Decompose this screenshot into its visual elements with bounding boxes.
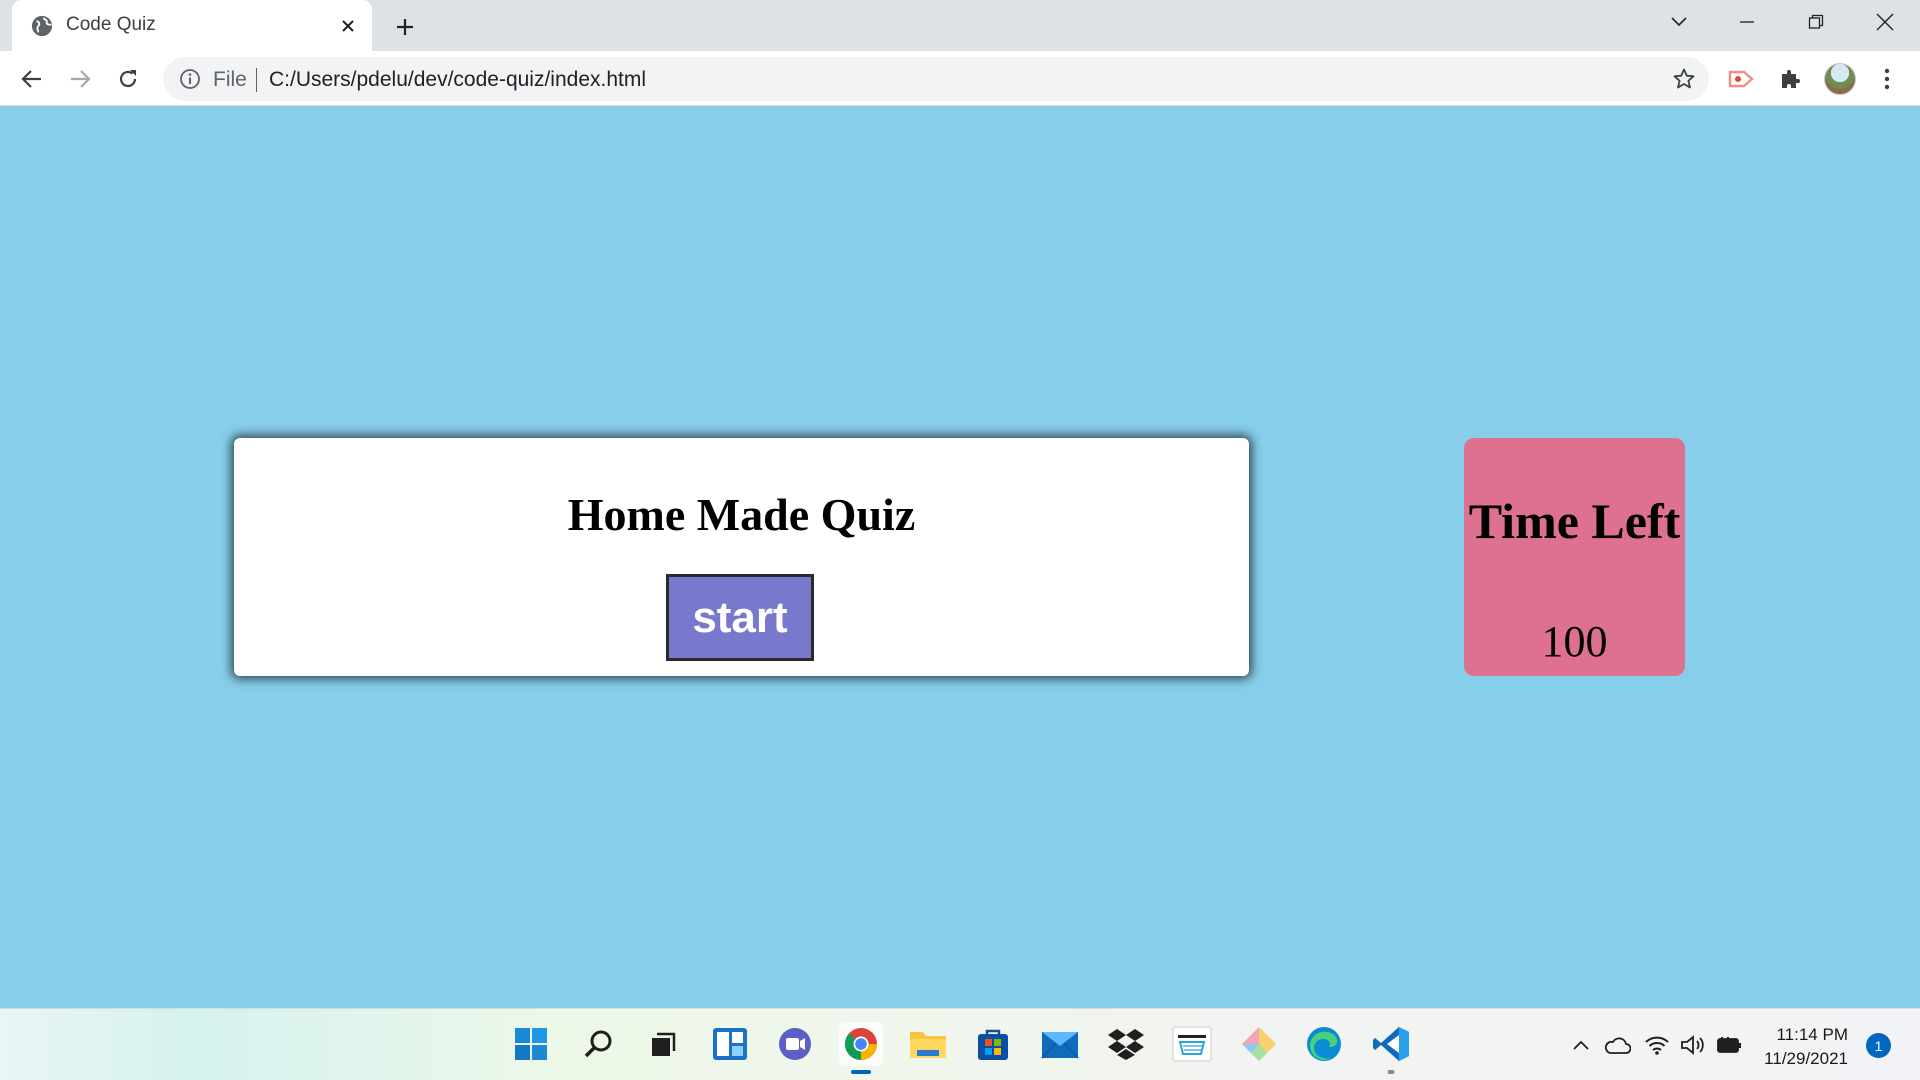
task-view-icon [652,1032,676,1056]
scheme-label: File [213,68,247,91]
reload-icon [119,70,137,88]
plus-icon [397,19,413,35]
browser-tab-strip: Code Quiz [0,0,1920,51]
restore-icon [1808,14,1824,29]
amazon[interactable] [1170,1022,1214,1066]
quiz-card: Home Made Quiz start [234,438,1249,676]
widgets[interactable] [708,1022,752,1066]
edge-icon [1307,1027,1341,1061]
arrow-right-icon [71,70,91,88]
timer-value: 100 [1541,617,1608,666]
microsoft-store-icon [978,1029,1008,1060]
battery-icon[interactable] [1715,1031,1743,1059]
restore-button[interactable] [1796,6,1836,38]
start-button[interactable]: start [666,574,814,661]
tab-search-button[interactable] [1659,6,1699,38]
info-icon[interactable] [179,68,201,90]
teams-chat[interactable] [773,1022,817,1066]
amazon-icon [1172,1026,1212,1062]
wifi-icon[interactable] [1643,1031,1671,1059]
dropbox-icon [1108,1029,1144,1060]
chrome-icon [844,1028,877,1060]
file-explorer[interactable] [906,1022,950,1066]
start-icon [515,1028,547,1060]
timer-title: Time Left [1468,493,1681,549]
taskbar-clock[interactable]: 11:14 PM 11/29/2021 [1748,1023,1848,1071]
url-text[interactable]: C:/Users/pdelu/dev/code-quiz/index.html [269,68,646,92]
tab-title: Code Quiz [66,14,156,35]
windows-taskbar: 11:14 PM 11/29/2021 1 [0,1008,1920,1080]
bookmark-star-icon[interactable] [1671,66,1697,92]
search-icon [584,1030,612,1058]
task-view[interactable] [641,1022,685,1066]
notification-badge[interactable]: 1 [1866,1033,1891,1058]
show-hidden-icons-chevron-icon[interactable] [1567,1031,1595,1059]
onedrive-cloud-icon[interactable] [1603,1031,1631,1059]
close-window-button[interactable] [1865,6,1905,38]
minimize-icon [1740,21,1754,23]
close-tab-icon[interactable] [334,12,362,40]
microsoft-store[interactable] [971,1022,1015,1066]
arrow-left-icon [21,70,41,88]
dropbox[interactable] [1104,1022,1148,1066]
git-client[interactable] [1237,1022,1281,1066]
address-bar[interactable]: File C:/Users/pdelu/dev/code-quiz/index.… [163,57,1709,101]
widgets-icon [713,1028,747,1060]
edge[interactable] [1302,1022,1346,1066]
tab-code-quiz[interactable]: Code Quiz [12,0,372,51]
minimize-button[interactable] [1727,6,1767,38]
taskbar-search[interactable] [576,1022,620,1066]
address-separator [256,68,257,92]
clock-time: 11:14 PM [1776,1025,1848,1044]
clock-date: 11/29/2021 [1764,1049,1848,1068]
git-icon [1242,1027,1276,1061]
running-indicator [1387,1070,1395,1074]
chat-icon [779,1028,811,1060]
more-menu-icon[interactable] [1872,64,1902,94]
close-icon [1876,13,1894,31]
browser-toolbar: File C:/Users/pdelu/dev/code-quiz/index.… [0,51,1920,106]
quiz-title: Home Made Quiz [567,489,916,540]
new-tab-button[interactable] [389,11,421,43]
forward-button[interactable] [62,61,98,97]
start-button[interactable] [509,1022,553,1066]
vscode[interactable] [1369,1022,1413,1074]
mail[interactable] [1038,1022,1082,1066]
extensions-puzzle-icon[interactable] [1775,64,1805,94]
reload-button[interactable] [110,61,146,97]
vscode-icon [1373,1027,1409,1061]
volume-icon[interactable] [1678,1031,1706,1059]
globe-icon [31,15,53,37]
screencast-extension-icon[interactable] [1727,64,1757,94]
active-indicator [851,1070,871,1074]
file-explorer-icon [910,1032,946,1058]
taskbar-chrome[interactable] [839,1022,883,1074]
profile-avatar[interactable] [1824,63,1856,95]
chevron-down-icon [1671,17,1687,27]
timer-box: Time Left 100 [1464,438,1685,676]
mail-icon [1041,1032,1079,1059]
back-button[interactable] [14,61,50,97]
